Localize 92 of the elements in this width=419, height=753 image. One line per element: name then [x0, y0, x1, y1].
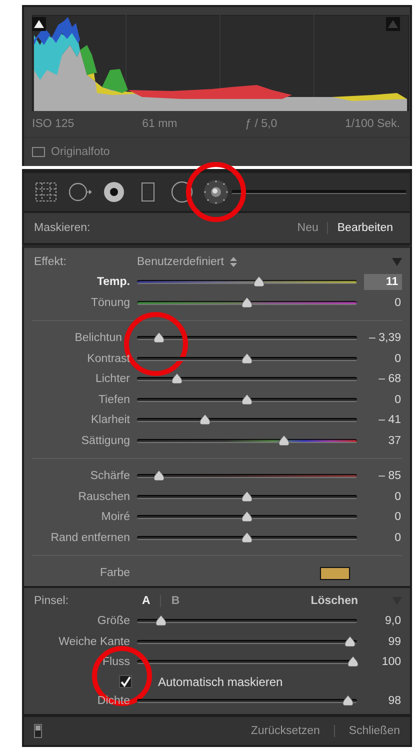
crop-overlay-icon[interactable] — [34, 180, 58, 204]
exif-info: 1/100 Sek. — [345, 118, 400, 132]
slider-value: 98 — [388, 694, 401, 707]
slider-value: – 3,39 — [369, 332, 401, 344]
exif-info: ISO 125 — [32, 118, 74, 132]
checkbox[interactable] — [119, 675, 132, 688]
preset-dropdown[interactable]: Benutzerdefiniert — [137, 256, 237, 268]
color-swatch[interactable] — [320, 566, 350, 580]
slider-thumb[interactable] — [344, 636, 356, 647]
slider[interactable] — [137, 615, 357, 628]
slider-value: 99 — [388, 636, 401, 648]
slider-thumb[interactable] — [154, 332, 164, 344]
slider-value: 0 — [394, 352, 401, 365]
slider-value: – 68 — [378, 373, 401, 386]
slider[interactable] — [137, 511, 357, 524]
slider[interactable] — [137, 276, 357, 288]
slider-thumb[interactable] — [347, 656, 358, 668]
slider-label: Fluss — [102, 656, 130, 668]
close-button[interactable]: Schließen — [348, 725, 400, 737]
slider-value: – 85 — [378, 470, 401, 482]
checkbox-label[interactable]: Automatisch maskieren — [158, 674, 283, 688]
slider-value: 0 — [394, 394, 401, 406]
slider-value: 9,0 — [385, 615, 401, 628]
slider-label: Größe — [96, 615, 130, 628]
slider-value: 0 — [394, 296, 401, 309]
slider-label: Rand entfernen — [50, 532, 130, 544]
slider-thumb[interactable] — [278, 434, 290, 446]
brush-icon[interactable] — [204, 180, 228, 204]
slider[interactable] — [137, 332, 357, 344]
slider-thumb[interactable] — [254, 276, 265, 288]
slider[interactable] — [137, 394, 357, 406]
slider-thumb[interactable] — [242, 352, 252, 364]
circle-icon[interactable] — [170, 180, 194, 204]
color-label: Farbe — [98, 567, 130, 579]
circle-arrow-icon[interactable] — [68, 180, 92, 204]
section-label: Effekt: — [34, 256, 68, 268]
reset-button[interactable]: Zurücksetzen — [250, 725, 320, 737]
slider-thumb[interactable] — [342, 694, 354, 706]
toggle-switch-icon[interactable] — [34, 724, 42, 738]
slider-label: Schärfe — [89, 470, 130, 482]
slider[interactable] — [137, 636, 357, 648]
slider[interactable] — [137, 656, 357, 668]
exif-info: 61 mm — [142, 118, 178, 132]
brush-tab[interactable]: A — [132, 595, 160, 607]
slider-thumb[interactable] — [242, 490, 252, 502]
slider-value: 37 — [388, 434, 401, 447]
slider[interactable] — [137, 352, 357, 365]
value-field[interactable]: 11 — [364, 274, 402, 290]
slider[interactable] — [137, 373, 357, 386]
eye-icon[interactable] — [102, 180, 126, 204]
slider[interactable] — [137, 694, 357, 707]
mode-tab[interactable]: Neu — [288, 222, 328, 234]
slider-label: Belichtun — [74, 332, 123, 344]
section-label: Pinsel: — [34, 595, 70, 607]
slider-thumb[interactable] — [200, 414, 211, 426]
slider-label: Tiefen — [97, 394, 130, 406]
mode-tab[interactable]: Bearbeiten — [328, 222, 402, 234]
slider[interactable] — [137, 414, 357, 426]
slider-label: Lichter — [94, 373, 130, 386]
brush-tab[interactable]: B — [161, 595, 190, 607]
erase-tab[interactable]: Löschen — [310, 595, 358, 607]
slider-value: 0 — [394, 532, 401, 544]
slider[interactable] — [137, 470, 357, 482]
checkbox-label[interactable]: Originalfoto — [51, 146, 110, 158]
slider-thumb[interactable] — [154, 470, 164, 482]
slider-label: Tönung — [90, 296, 130, 309]
slider-value: 0 — [394, 511, 401, 524]
slider-thumb[interactable] — [242, 511, 252, 522]
slider[interactable] — [137, 490, 357, 503]
slider[interactable] — [137, 296, 357, 309]
exif-info: ƒ / 5,0 — [245, 118, 278, 132]
slider-value: 0 — [394, 490, 401, 503]
slider-label: Sättigung — [80, 434, 130, 447]
highlight-clipping-icon[interactable] — [386, 17, 400, 31]
slider-thumb[interactable] — [242, 532, 252, 543]
checkbox[interactable] — [32, 147, 45, 157]
slider-value: 100 — [382, 656, 401, 668]
slider-label: Weiche Kante — [58, 636, 130, 648]
slider[interactable] — [137, 434, 357, 447]
slider-label: Rauschen — [77, 490, 130, 503]
up-down-icon — [230, 257, 237, 267]
section-label: Maskieren: — [34, 222, 92, 234]
slider-value: – 41 — [378, 414, 401, 426]
slider-label: Temp. — [96, 276, 130, 288]
shadow-clipping-icon[interactable] — [32, 17, 46, 31]
slider[interactable] — [137, 532, 357, 544]
slider-thumb[interactable] — [242, 394, 252, 405]
slider-thumb[interactable] — [171, 373, 182, 384]
slider-label: Moiré — [100, 511, 130, 524]
slider-thumb[interactable] — [156, 615, 167, 626]
slider-label: Klarheit — [90, 414, 130, 426]
slider-thumb[interactable] — [242, 296, 252, 308]
